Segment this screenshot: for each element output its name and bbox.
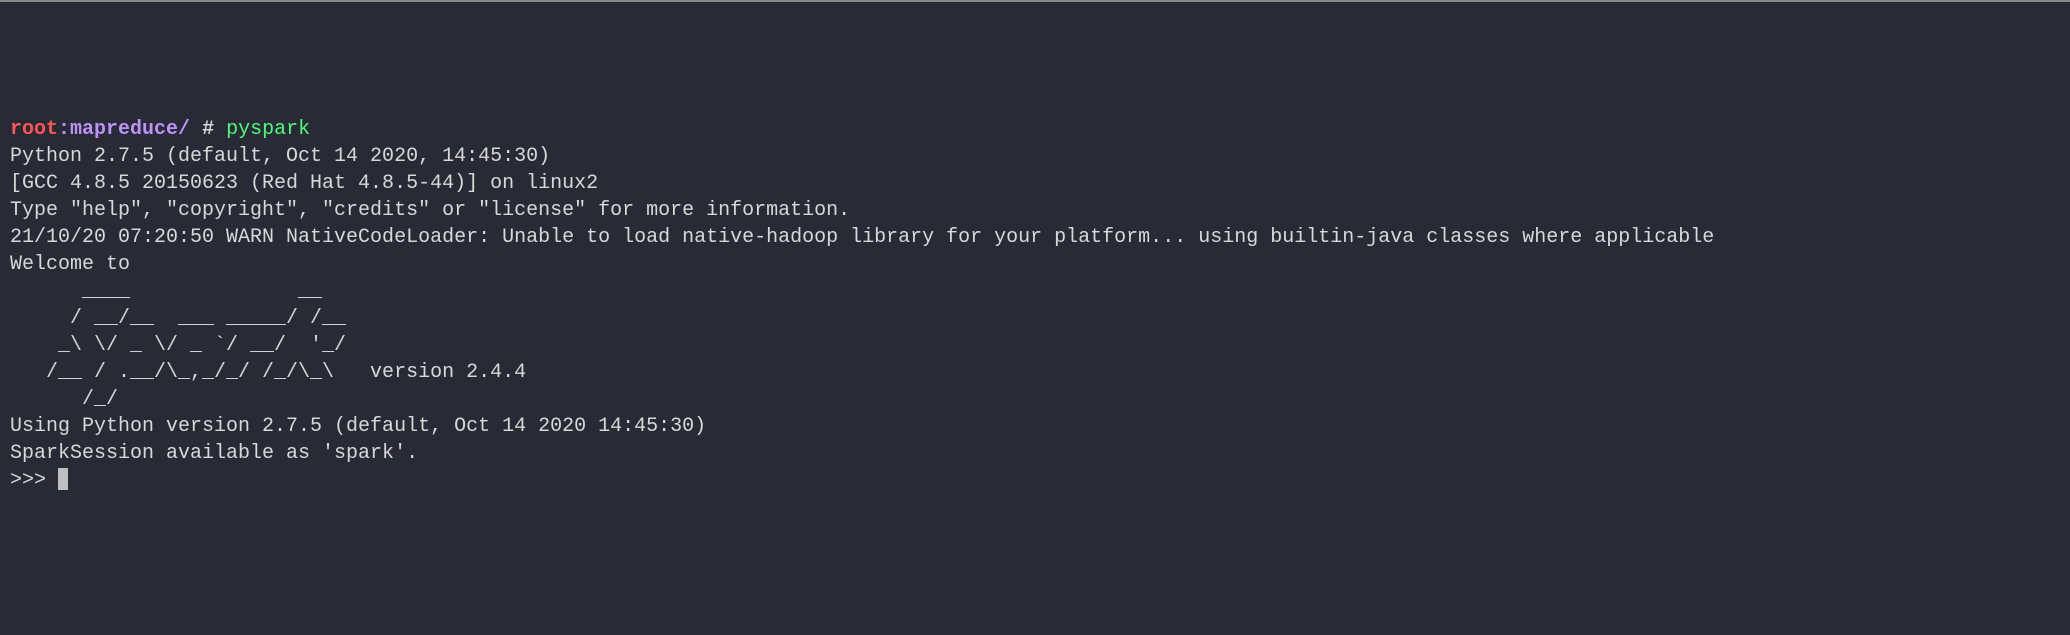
- repl-prompt-line[interactable]: >>>: [10, 467, 2060, 494]
- command-text: pyspark: [226, 118, 310, 141]
- ascii-art-4: /__ / .__/\_,_/_/ /_/\_\ version 2.4.4: [10, 359, 2060, 386]
- output-using-python: Using Python version 2.7.5 (default, Oct…: [10, 413, 2060, 440]
- prompt-user: root: [10, 118, 58, 141]
- output-sparksession: SparkSession available as 'spark'.: [10, 440, 2060, 467]
- prompt-sep: :: [58, 118, 70, 141]
- output-welcome: Welcome to: [10, 251, 2060, 278]
- cursor-icon: [58, 468, 68, 490]
- prompt-line[interactable]: root:mapreduce/ # pyspark: [10, 116, 2060, 143]
- ascii-art-5: /_/: [10, 386, 2060, 413]
- ascii-art-2: / __/__ ___ _____/ /__: [10, 305, 2060, 332]
- ascii-art-3: _\ \/ _ \/ _ `/ __/ '_/: [10, 332, 2060, 359]
- prompt-hash: #: [190, 118, 226, 141]
- repl-prompt: >>>: [10, 469, 58, 492]
- output-python-version: Python 2.7.5 (default, Oct 14 2020, 14:4…: [10, 143, 2060, 170]
- prompt-path: mapreduce/: [70, 118, 190, 141]
- output-gcc: [GCC 4.8.5 20150623 (Red Hat 4.8.5-44)] …: [10, 170, 2060, 197]
- ascii-art-1: ____ __: [10, 278, 2060, 305]
- output-help: Type "help", "copyright", "credits" or "…: [10, 197, 2060, 224]
- output-warn: 21/10/20 07:20:50 WARN NativeCodeLoader:…: [10, 224, 2060, 251]
